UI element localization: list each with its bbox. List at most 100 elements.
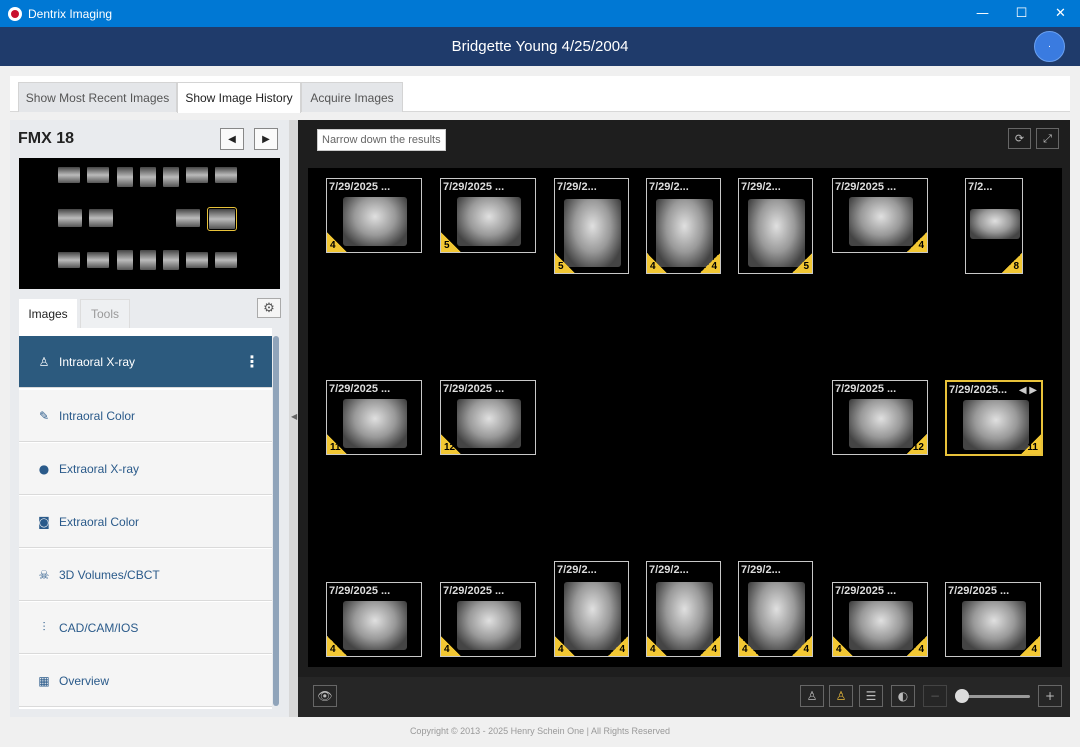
xray-thumbnail[interactable]: 7/29/2... 4 4 <box>646 178 721 274</box>
skull-icon: ☠ <box>38 567 50 582</box>
xray-thumbnail[interactable]: 7/29/2... 4 4 <box>554 561 629 657</box>
xray-image <box>457 197 521 246</box>
xray-image <box>962 601 1026 650</box>
fmx-mini-thumb[interactable] <box>117 250 133 270</box>
tooth-count-badge <box>907 232 927 252</box>
tooth-count-badge <box>792 253 812 273</box>
category-label: Overview <box>59 673 110 688</box>
tab-images[interactable]: Images <box>19 299 77 329</box>
category-intraoral-color[interactable]: ✎ Intraoral Color <box>19 390 272 442</box>
category-3d-volumes[interactable]: ☠ 3D Volumes/CBCT <box>19 549 272 601</box>
bottom-toolbar: 👁 ♙ ♙ ☰ ◐ − + <box>298 677 1070 717</box>
tooth-count: 4 <box>650 644 656 655</box>
tooth-outline-icon[interactable]: ♙ <box>800 685 824 707</box>
category-extraoral-color[interactable]: ◙ Extraoral Color <box>19 496 272 548</box>
zoom-out-button[interactable]: − <box>923 685 947 707</box>
xray-thumbnail[interactable]: 7/29/2... 4 4 <box>738 561 813 657</box>
fmx-mini-thumb[interactable] <box>163 250 179 270</box>
tab-image-history[interactable]: Show Image History <box>177 82 301 113</box>
tooth-count: 4 <box>918 240 924 251</box>
fmx-mini-thumb[interactable] <box>58 167 80 183</box>
panel-splitter[interactable]: ◀ <box>289 120 298 717</box>
fmx-preview[interactable] <box>19 158 280 289</box>
zoom-in-button[interactable]: + <box>1038 685 1062 707</box>
head-icon: ● <box>38 461 50 476</box>
tooth-count: 4 <box>444 644 450 655</box>
thumbnail-nav-arrows-icon[interactable]: ◀ ▶ <box>1019 385 1037 396</box>
fmx-mini-thumb-selected[interactable] <box>207 207 237 231</box>
fmx-mini-thumb[interactable] <box>176 209 200 227</box>
xray-thumbnail[interactable]: 7/29/2025 ... 12 <box>832 380 928 455</box>
maximize-button[interactable]: ☐ <box>1002 0 1041 27</box>
xray-thumbnail[interactable]: 7/29/2025 ... 4 <box>326 178 422 253</box>
xray-thumbnail[interactable]: 7/29/2025 ... 4 <box>440 582 536 657</box>
xray-thumbnail[interactable]: 7/29/2025 ... 4 <box>832 178 928 253</box>
fmx-mini-thumb[interactable] <box>186 167 208 183</box>
view-tabs: Show Most Recent Images Show Image Histo… <box>10 76 1070 113</box>
xray-image <box>849 399 913 448</box>
xray-thumbnail[interactable]: 7/2... 8 <box>965 178 1023 274</box>
xray-thumbnail[interactable]: 7/29/2025 ... 4 <box>326 582 422 657</box>
thumbnail-date: 7/2... <box>968 181 993 193</box>
fmx-mini-thumb[interactable] <box>215 167 237 183</box>
tooth-count: 4 <box>1031 644 1037 655</box>
settings-gear-icon[interactable]: ⚙ <box>257 298 281 318</box>
xray-image <box>343 197 407 246</box>
category-extraoral-xray[interactable]: ● Extraoral X-ray <box>19 443 272 495</box>
fmx-mini-thumb[interactable] <box>87 167 109 183</box>
xray-thumbnail[interactable]: 7/29/2025 ... 11 <box>326 380 422 455</box>
fmx-mini-thumb[interactable] <box>58 209 82 227</box>
category-label: Extraoral Color <box>59 514 140 529</box>
thumbnail-grid: 7/29/2025 ... 4 7/29/2025 ... 5 7/29/2... 5 7/… <box>308 168 1062 667</box>
tooth-count: 11 <box>1027 442 1038 453</box>
tab-tools[interactable]: Tools <box>80 299 130 329</box>
fmx-mini-thumb[interactable] <box>89 209 113 227</box>
xray-thumbnail[interactable]: 7/29/2... 4 4 <box>646 561 721 657</box>
user-avatar[interactable]: · <box>1034 31 1065 62</box>
fmx-mini-thumb[interactable] <box>58 252 80 268</box>
fmx-mini-thumb[interactable] <box>215 252 237 268</box>
left-panel: FMX 18 ◀ ▶ Images Tools ⚙ ♙ Intraoral X-… <box>10 120 289 717</box>
category-cad-cam[interactable]: ⫶ CAD/CAM/IOS <box>19 602 272 654</box>
next-fmx-button[interactable]: ▶ <box>254 128 278 150</box>
tooth-count: 12 <box>444 442 456 453</box>
xray-thumbnail-selected[interactable]: 7/29/2025... ◀ ▶ 11 <box>945 380 1043 456</box>
zoom-slider[interactable] <box>960 695 1030 698</box>
tab-most-recent[interactable]: Show Most Recent Images <box>18 82 177 112</box>
tooth-count: 4 <box>558 644 564 655</box>
xray-thumbnail[interactable]: 7/29/2025 ... 4 <box>945 582 1041 657</box>
tooth-count: 5 <box>803 261 809 272</box>
minimize-button[interactable]: — <box>963 0 1002 27</box>
category-overview[interactable]: ▦ Overview <box>19 655 272 707</box>
fmx-mini-thumb[interactable] <box>186 252 208 268</box>
fmx-mini-thumb[interactable] <box>140 167 156 187</box>
zoom-slider-handle[interactable] <box>955 689 969 703</box>
refresh-icon[interactable]: ⟳ <box>1008 128 1031 149</box>
category-label: 3D Volumes/CBCT <box>59 567 160 582</box>
close-button[interactable]: ✕ <box>1041 0 1080 27</box>
thumbnail-date: 7/29/2... <box>649 181 689 193</box>
fullscreen-icon[interactable]: ⤢ <box>1036 128 1059 149</box>
xray-thumbnail[interactable]: 7/29/2025 ... 4 4 <box>832 582 928 657</box>
eye-icon[interactable]: 👁 <box>313 685 337 707</box>
tooth-count: 4 <box>918 644 924 655</box>
xray-thumbnail[interactable]: 7/29/2... 5 <box>554 178 629 274</box>
more-menu-icon[interactable]: ⋮ <box>244 352 260 371</box>
category-intraoral-xray[interactable]: ♙ Intraoral X-ray ⋮ <box>19 336 272 388</box>
fmx-mini-thumb[interactable] <box>140 250 156 270</box>
fmx-mini-thumb[interactable] <box>117 167 133 187</box>
prev-fmx-button[interactable]: ◀ <box>220 128 244 150</box>
fmx-mini-thumb[interactable] <box>87 252 109 268</box>
thumbnail-date: 7/29/2025 ... <box>443 181 505 193</box>
xray-thumbnail[interactable]: 7/29/2025 ... 12 <box>440 380 536 455</box>
category-scrollbar[interactable] <box>273 336 279 706</box>
thumbnail-date: 7/29/2025 ... <box>329 383 391 395</box>
xray-thumbnail[interactable]: 7/29/2025 ... 5 <box>440 178 536 253</box>
fmx-mini-thumb[interactable] <box>163 167 179 187</box>
filter-input[interactable]: Narrow down the results <box>317 129 446 151</box>
adjust-sliders-icon[interactable]: ☰ <box>859 685 883 707</box>
contrast-icon[interactable]: ◐ <box>891 685 915 707</box>
xray-thumbnail[interactable]: 7/29/2... 5 <box>738 178 813 274</box>
tab-acquire-images[interactable]: Acquire Images <box>301 82 403 112</box>
tooth-gold-icon[interactable]: ♙ <box>829 685 853 707</box>
